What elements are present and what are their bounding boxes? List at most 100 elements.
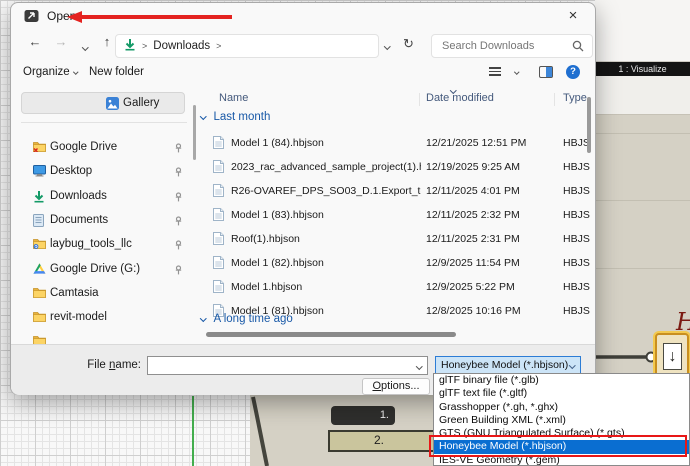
folder-sync-icon — [33, 238, 46, 252]
forward-button[interactable]: → — [51, 34, 71, 49]
file-name-input[interactable] — [151, 358, 409, 373]
annotation-arrow — [67, 11, 232, 23]
preview-pane-icon[interactable] — [539, 66, 553, 78]
pin-icon — [174, 167, 183, 180]
column-header-name[interactable]: Name — [219, 92, 248, 104]
sidebar-item-gallery[interactable]: Gallery — [21, 92, 185, 114]
file-type: HBJSO — [563, 281, 590, 293]
recent-locations-chevron[interactable] — [75, 39, 95, 54]
column-divider[interactable] — [419, 93, 420, 106]
sidebar-item-google-drive-g[interactable]: Google Drive (G:) — [21, 258, 185, 282]
file-type: HBJSO — [563, 137, 590, 149]
file-row[interactable]: Model 1.hbjson 12/9/2025 5:22 PM HBJSO — [197, 277, 597, 299]
file-date-modified: 12/21/2025 12:51 PM — [426, 137, 527, 149]
sidebar-item-revit-model[interactable]: revit-model — [21, 306, 185, 330]
file-row[interactable]: Roof(1).hbjson 12/11/2025 2:31 PM HBJSO — [197, 229, 597, 251]
gh-panel-1[interactable]: 1. — [331, 406, 395, 425]
pin-icon — [174, 240, 183, 253]
address-dropdown-chevron[interactable] — [384, 41, 391, 53]
downloads-icon — [124, 38, 136, 54]
file-row[interactable]: Model 1 (82).hbjson 12/9/2025 11:54 PM HBJ… — [197, 253, 597, 275]
file-type-option[interactable]: glTF binary file (*.glb) — [434, 374, 689, 387]
canvas-gridline — [595, 200, 690, 201]
file-list: Last month Model 1 (84).hbjson 12/21/2025 … — [197, 109, 597, 341]
organize-button[interactable]: Organize — [23, 66, 78, 78]
group-header-a-long-time-ago[interactable]: A long time ago — [197, 313, 293, 331]
file-type-option[interactable]: Green Building XML (*.xml) — [434, 414, 689, 427]
dialog-titlebar[interactable]: Open × — [11, 3, 595, 29]
file-type: HBJSO — [563, 161, 590, 173]
sidebar-item-downloads[interactable]: Downloads — [21, 185, 185, 209]
search-input[interactable] — [440, 36, 570, 56]
file-date-modified: 12/8/2025 10:16 PM — [426, 305, 521, 317]
folder-icon — [33, 287, 46, 301]
file-row[interactable]: R26-OVAREF_DPS_SO03_D.1.Export_to_HBJSO.… — [197, 181, 597, 203]
new-folder-button[interactable]: New folder — [89, 66, 144, 78]
sidebar-item-laybug-tools-llc[interactable]: laybug_tools_llc — [21, 233, 185, 257]
file-type: HBJSO — [563, 305, 590, 317]
view-mode-icon[interactable] — [489, 65, 501, 78]
chevron-down-icon — [200, 112, 207, 119]
viewport-axis-line — [192, 396, 194, 466]
search-box[interactable] — [431, 34, 593, 58]
chevron-down-icon — [72, 68, 78, 74]
download-icon — [33, 190, 45, 206]
file-type: HBJSO — [563, 257, 590, 269]
horizontal-scrollbar[interactable] — [206, 332, 456, 337]
file-date-modified: 12/19/2025 9:25 AM — [426, 161, 520, 173]
file-name-combobox[interactable] — [147, 356, 428, 375]
help-icon[interactable]: ? — [566, 65, 580, 79]
desktop-icon — [33, 165, 46, 180]
sidebar-item-desktop[interactable]: Desktop — [21, 160, 185, 184]
file-list-scrollbar[interactable] — [587, 97, 591, 153]
gh-panel-1-text: 1. — [379, 409, 389, 421]
group-header-last-month[interactable]: Last month — [197, 111, 270, 129]
column-header-type[interactable]: Type — [563, 92, 587, 104]
gh-panel-2[interactable]: 2. — [328, 430, 435, 452]
file-type: HBJSO — [563, 185, 590, 197]
canvas-gridline — [595, 268, 690, 269]
pin-icon — [174, 191, 183, 205]
column-header-date-modified[interactable]: Date modified — [426, 92, 494, 104]
hbjson-file-icon — [213, 184, 224, 200]
pin-icon — [174, 143, 183, 156]
pin-icon — [174, 216, 183, 229]
file-row[interactable]: Model 1 (84).hbjson 12/21/2025 12:51 PM HB… — [197, 133, 597, 155]
gh-download-component[interactable]: ↓ — [655, 333, 689, 377]
address-bar[interactable]: > Downloads > — [115, 34, 379, 58]
file-date-modified: 12/11/2025 2:32 PM — [426, 209, 520, 221]
file-name: R26-OVAREF_DPS_SO03_D.1.Export_to_HBJSO.… — [231, 185, 421, 197]
gh-canvas-tab[interactable]: 1 : Visualize — [595, 62, 690, 76]
up-button[interactable]: ↑ — [97, 34, 117, 49]
sidebar-item-google-drive[interactable]: Google Drive — [21, 136, 185, 160]
file-date-modified: 12/9/2025 5:22 PM — [426, 281, 515, 293]
view-mode-chevron[interactable] — [514, 69, 520, 75]
canvas-gridline — [595, 133, 690, 134]
file-date-modified: 12/11/2025 2:31 PM — [426, 233, 520, 245]
sidebar-scrollbar[interactable] — [193, 105, 196, 160]
file-name: Roof(1).hbjson — [231, 233, 300, 245]
file-name: Model 1 (83).hbjson — [231, 209, 324, 221]
file-name: 2023_rac_advanced_sample_project(1).hbjs… — [231, 161, 421, 173]
file-row[interactable]: Model 1 (83).hbjson 12/11/2025 2:32 PM HBJ… — [197, 205, 597, 227]
breadcrumb-separator[interactable]: > — [216, 41, 221, 51]
file-name: Model 1 (82).hbjson — [231, 257, 324, 269]
file-row[interactable]: 2023_rac_advanced_sample_project(1).hbjs… — [197, 157, 597, 179]
column-headers: Name Date modified Type — [197, 86, 595, 109]
file-type-option[interactable]: glTF text file (*.gltf) — [434, 387, 689, 400]
close-icon[interactable]: × — [561, 5, 585, 27]
sidebar-item-documents[interactable]: Documents — [21, 209, 185, 233]
options-button[interactable]: Options... — [362, 378, 430, 395]
folder-icon — [33, 311, 46, 325]
sidebar-item-label: Google Drive — [50, 141, 118, 153]
sidebar-item-camtasia[interactable]: Camtasia — [21, 282, 185, 306]
chevron-down-icon[interactable] — [415, 363, 422, 370]
file-type: HBJSO — [563, 233, 590, 245]
column-divider[interactable] — [554, 93, 555, 106]
file-type-option[interactable]: Grasshopper (*.gh, *.ghx) — [434, 401, 689, 414]
refresh-icon[interactable]: ↻ — [403, 36, 414, 52]
sidebar-item-label: Downloads — [50, 189, 107, 202]
back-button[interactable]: ← — [25, 34, 45, 49]
sidebar-item-label: Desktop — [50, 165, 93, 178]
breadcrumb-location[interactable]: Downloads — [153, 40, 210, 52]
